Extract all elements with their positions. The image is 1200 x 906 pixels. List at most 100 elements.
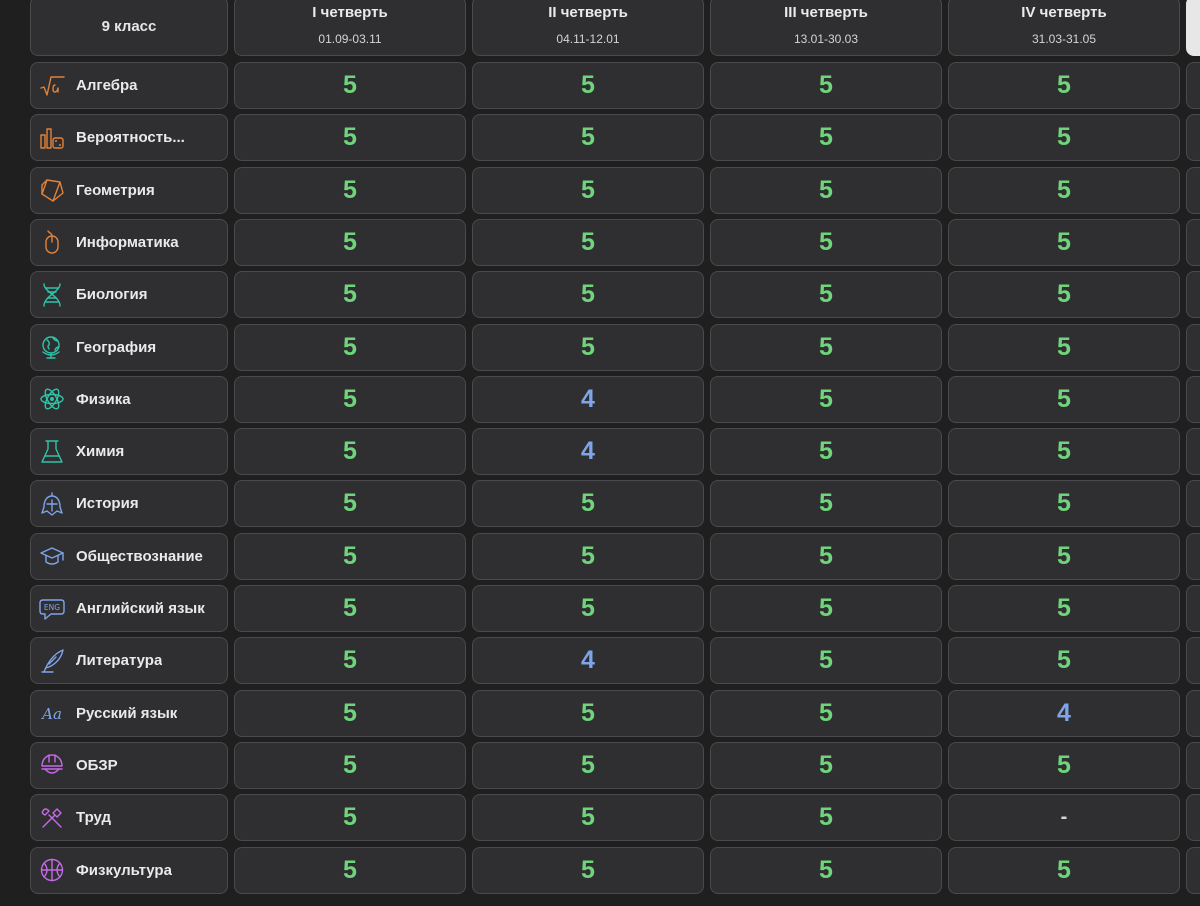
grade-cell-q3[interactable]: 5 <box>710 585 942 632</box>
year-grade-cell-partial[interactable] <box>1186 532 1200 580</box>
subject-row-graduation-cap[interactable]: Обществознание <box>30 532 228 580</box>
grade-cell-q1[interactable]: 5 <box>234 62 466 109</box>
year-grade-cell-partial[interactable] <box>1186 689 1200 737</box>
grade-cell-q1[interactable]: 5 <box>234 271 466 319</box>
grade-cell-q1[interactable]: 5 <box>234 846 466 894</box>
grade-cell-q3[interactable]: 5 <box>710 689 942 737</box>
subject-row-polygon[interactable]: Геометрия <box>30 166 228 214</box>
year-grade-header-partial[interactable] <box>1186 0 1200 56</box>
grade-cell-q1[interactable]: 5 <box>234 637 466 685</box>
subject-row-atom[interactable]: Физика <box>30 375 228 423</box>
grade-cell-q4[interactable]: 5 <box>948 637 1180 685</box>
grade-cell-q1[interactable]: 5 <box>234 428 466 476</box>
grade-cell-q4[interactable]: 5 <box>948 271 1180 319</box>
grade-cell-q3[interactable]: 5 <box>710 271 942 319</box>
grade-cell-q2[interactable]: 5 <box>472 271 704 319</box>
grade-cell-q1[interactable]: 5 <box>234 480 466 528</box>
subject-row-quill[interactable]: Литература <box>30 637 228 685</box>
grade-cell-q3[interactable]: 5 <box>710 114 942 162</box>
grade-cell-q1[interactable]: 5 <box>234 585 466 632</box>
grade-cell-q2[interactable]: 4 <box>472 637 704 685</box>
subject-row-eng-bubble[interactable]: ENG Английский язык <box>30 585 228 632</box>
grade-cell-q2[interactable]: 5 <box>472 794 704 842</box>
grade-cell-q3[interactable]: 5 <box>710 323 942 371</box>
grade-cell-q4[interactable]: 5 <box>948 480 1180 528</box>
grade-cell-q4[interactable]: 5 <box>948 532 1180 580</box>
year-grade-cell-partial[interactable] <box>1186 323 1200 371</box>
year-grade-cell-partial[interactable] <box>1186 794 1200 842</box>
grade-cell-q4[interactable]: 5 <box>948 218 1180 266</box>
grade-cell-q1[interactable]: 5 <box>234 218 466 266</box>
grade-cell-q3[interactable]: 5 <box>710 532 942 580</box>
grade-cell-q1[interactable]: 5 <box>234 166 466 214</box>
grade-cell-q2[interactable]: 5 <box>472 846 704 894</box>
grade-cell-q3[interactable]: 5 <box>710 218 942 266</box>
grade-cell-q3[interactable]: 5 <box>710 428 942 476</box>
subject-row-sqrt[interactable]: Алгебра <box>30 62 228 109</box>
year-grade-cell-partial[interactable] <box>1186 741 1200 789</box>
grade-cell-q3[interactable]: 5 <box>710 637 942 685</box>
grade-cell-q2[interactable]: 5 <box>472 532 704 580</box>
subject-row-hardhat[interactable]: ОБЗР <box>30 741 228 789</box>
grade-cell-q4[interactable]: 5 <box>948 62 1180 109</box>
quarter-header-1[interactable]: I четверть 01.09-03.11 <box>234 0 466 56</box>
year-grade-cell-partial[interactable] <box>1186 375 1200 423</box>
grade-cell-q1[interactable]: 5 <box>234 323 466 371</box>
quarter-header-3[interactable]: III четверть 13.01-30.03 <box>710 0 942 56</box>
grade-cell-q4[interactable]: 5 <box>948 114 1180 162</box>
grade-cell-q4[interactable]: 5 <box>948 846 1180 894</box>
subject-row-helmet[interactable]: История <box>30 480 228 528</box>
grade-cell-q2[interactable]: 5 <box>472 166 704 214</box>
subject-row-flask[interactable]: Химия <box>30 428 228 476</box>
grade-cell-q2[interactable]: 5 <box>472 741 704 789</box>
subject-row-tools[interactable]: Труд <box>30 794 228 842</box>
grade-cell-q1[interactable]: 5 <box>234 741 466 789</box>
grade-cell-q2[interactable]: 5 <box>472 62 704 109</box>
grade-cell-q2[interactable]: 5 <box>472 323 704 371</box>
grade-cell-q1[interactable]: 5 <box>234 375 466 423</box>
grade-cell-q1[interactable]: 5 <box>234 532 466 580</box>
grade-cell-q4[interactable]: 5 <box>948 323 1180 371</box>
year-grade-cell-partial[interactable] <box>1186 218 1200 266</box>
grade-cell-q2[interactable]: 4 <box>472 428 704 476</box>
grade-cell-q4[interactable]: 5 <box>948 375 1180 423</box>
subject-row-letters[interactable]: Aa Русский язык <box>30 689 228 737</box>
year-grade-cell-partial[interactable] <box>1186 166 1200 214</box>
subject-row-dna[interactable]: Биология <box>30 271 228 319</box>
quarter-header-4[interactable]: IV четверть 31.03-31.05 <box>948 0 1180 56</box>
grade-cell-q4[interactable]: 5 <box>948 741 1180 789</box>
year-grade-cell-partial[interactable] <box>1186 271 1200 319</box>
year-grade-cell-partial[interactable] <box>1186 62 1200 109</box>
subject-row-ball[interactable]: Физкультура <box>30 846 228 894</box>
grade-cell-q3[interactable]: 5 <box>710 62 942 109</box>
year-grade-cell-partial[interactable] <box>1186 480 1200 528</box>
grade-cell-q2[interactable]: 5 <box>472 689 704 737</box>
grade-cell-q4[interactable]: 5 <box>948 428 1180 476</box>
grade-cell-q3[interactable]: 5 <box>710 375 942 423</box>
year-grade-cell-partial[interactable] <box>1186 428 1200 476</box>
year-grade-cell-partial[interactable] <box>1186 637 1200 685</box>
grade-cell-q2[interactable]: 5 <box>472 480 704 528</box>
grade-cell-q4[interactable]: 5 <box>948 166 1180 214</box>
subject-row-mouse[interactable]: Информатика <box>30 218 228 266</box>
grade-cell-q1[interactable]: 5 <box>234 114 466 162</box>
subject-row-dice-chart[interactable]: Вероятность... <box>30 114 228 162</box>
grade-cell-q2[interactable]: 5 <box>472 218 704 266</box>
grade-cell-q4[interactable]: 5 <box>948 585 1180 632</box>
grade-cell-q3[interactable]: 5 <box>710 846 942 894</box>
grade-cell-q2[interactable]: 5 <box>472 114 704 162</box>
grade-cell-q3[interactable]: 5 <box>710 794 942 842</box>
year-grade-cell-partial[interactable] <box>1186 585 1200 632</box>
grade-cell-q3[interactable]: 5 <box>710 166 942 214</box>
grade-cell-q3[interactable]: 5 <box>710 741 942 789</box>
grade-cell-q4[interactable]: - <box>948 794 1180 842</box>
quarter-header-2[interactable]: II четверть 04.11-12.01 <box>472 0 704 56</box>
year-grade-cell-partial[interactable] <box>1186 846 1200 894</box>
grade-cell-q1[interactable]: 5 <box>234 689 466 737</box>
grade-cell-q2[interactable]: 4 <box>472 375 704 423</box>
grade-cell-q1[interactable]: 5 <box>234 794 466 842</box>
grade-cell-q4[interactable]: 4 <box>948 689 1180 737</box>
grade-cell-q3[interactable]: 5 <box>710 480 942 528</box>
year-grade-cell-partial[interactable] <box>1186 114 1200 162</box>
grade-cell-q2[interactable]: 5 <box>472 585 704 632</box>
